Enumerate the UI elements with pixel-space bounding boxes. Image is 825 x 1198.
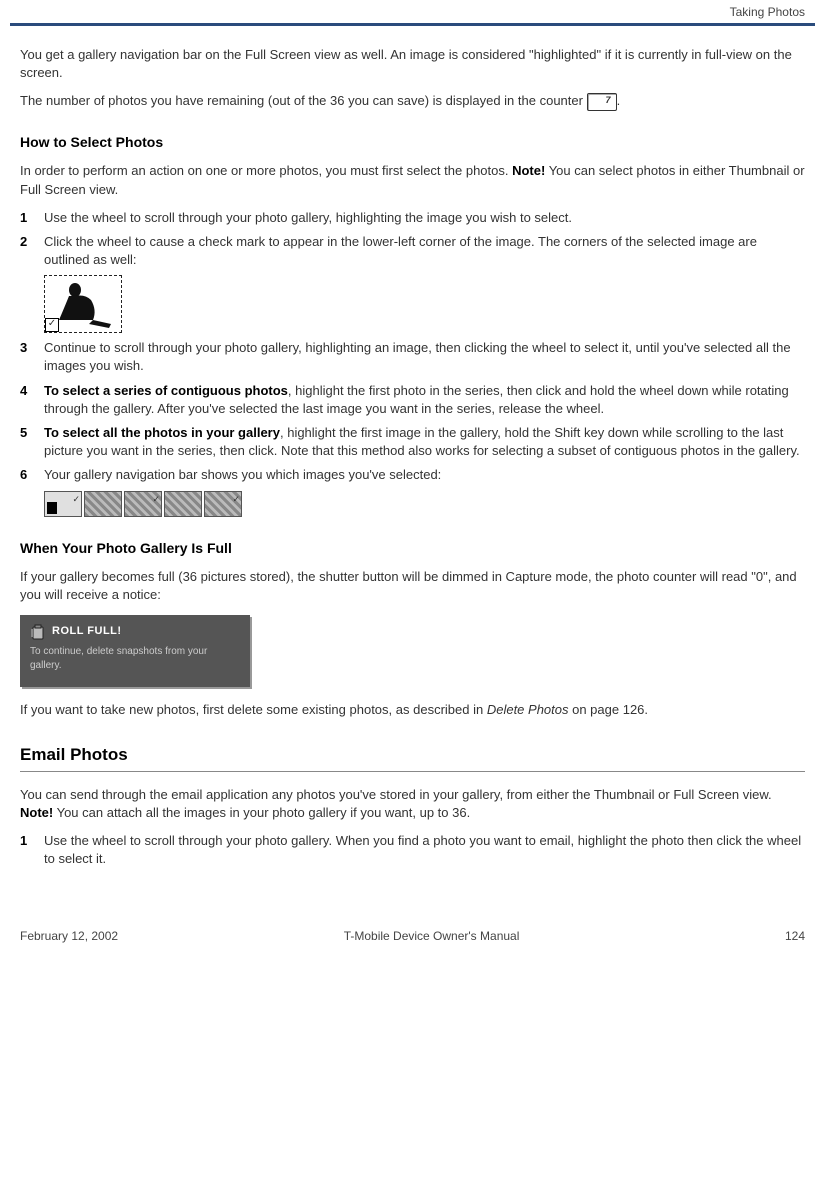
gallery-full-paragraph: If your gallery becomes full (36 picture… (20, 568, 805, 604)
email-intro: You can send through the email applicati… (20, 786, 805, 822)
list-item: 3Continue to scroll through your photo g… (20, 339, 805, 375)
list-item: 5To select all the photos in your galler… (20, 424, 805, 460)
select-intro: In order to perform an action on one or … (20, 162, 805, 198)
nav-thumb: ✓ (204, 491, 242, 517)
list-item: 4To select a series of contiguous photos… (20, 382, 805, 418)
counter-icon (587, 93, 617, 111)
header-breadcrumb: Taking Photos (730, 4, 805, 21)
list-item: 1Use the wheel to scroll through your ph… (20, 832, 805, 868)
section-how-to-select: How to Select Photos (20, 133, 805, 153)
list-item: 1Use the wheel to scroll through your ph… (20, 209, 805, 227)
nav-thumb: ✓ (44, 491, 82, 517)
top-rule (10, 23, 815, 26)
nav-thumb (84, 491, 122, 517)
nav-thumb (164, 491, 202, 517)
select-steps-cont: 3Continue to scroll through your photo g… (20, 339, 805, 484)
intro-paragraph-2: The number of photos you have remaining … (20, 92, 805, 111)
list-item: 2Click the wheel to cause a check mark t… (20, 233, 805, 269)
roll-full-notice: ROLL FULL! To continue, delete snapshots… (20, 615, 250, 687)
delete-photos-link: Delete Photos (487, 702, 569, 717)
list-item: 6Your gallery navigation bar shows you w… (20, 466, 805, 484)
footer-manual-title: T-Mobile Device Owner's Manual (118, 928, 745, 945)
email-steps: 1Use the wheel to scroll through your ph… (20, 832, 805, 868)
section-gallery-full: When Your Photo Gallery Is Full (20, 539, 805, 559)
nav-thumb: ✓ (124, 491, 162, 517)
select-steps: 1Use the wheel to scroll through your ph… (20, 209, 805, 270)
selected-thumbnail-illustration: ✓ (44, 275, 122, 333)
section-email-photos: Email Photos (20, 743, 805, 767)
notice-body: To continue, delete snapshots from your … (30, 645, 240, 673)
page-footer: February 12, 2002 T-Mobile Device Owner'… (0, 928, 825, 945)
footer-page-number: 124 (745, 928, 805, 945)
film-roll-icon (30, 623, 46, 641)
gallery-full-paragraph-2: If you want to take new photos, first de… (20, 701, 805, 719)
checkmark-icon: ✓ (45, 318, 59, 332)
navbar-thumbnail-strip: ✓ ✓ ✓ (44, 491, 805, 517)
footer-date: February 12, 2002 (20, 928, 118, 945)
intro-paragraph-1: You get a gallery navigation bar on the … (20, 46, 805, 82)
heading-rule (20, 771, 805, 772)
